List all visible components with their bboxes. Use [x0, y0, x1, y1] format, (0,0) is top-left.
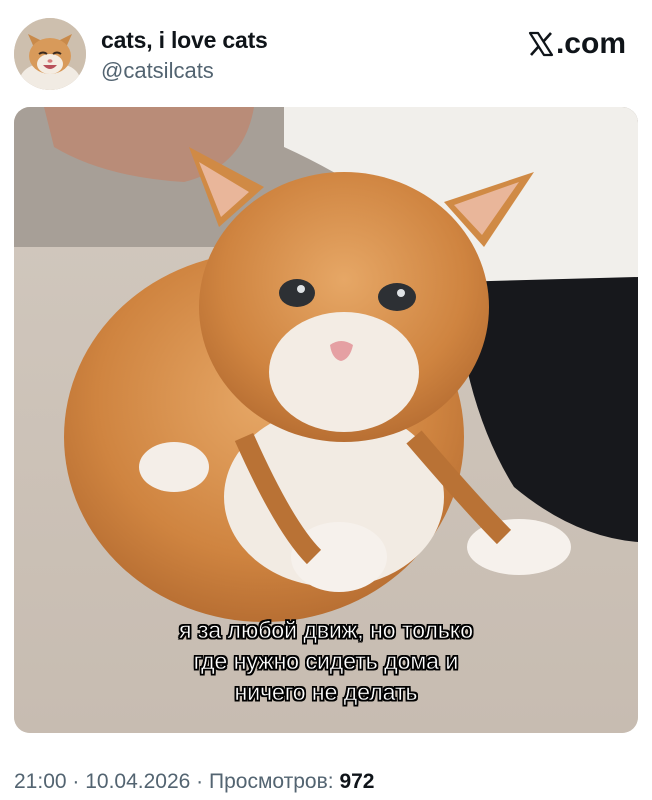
smiling-cat-avatar-icon [14, 18, 86, 90]
caption-line: я за любой движ, но только [178, 617, 474, 643]
x-logo-icon [528, 31, 554, 57]
brand-domain: .com [555, 27, 626, 60]
views-count: 972 [339, 770, 375, 793]
post-media[interactable]: я за любой движ, но только где нужно сид… [14, 107, 638, 733]
views-label: Просмотров: [209, 770, 340, 793]
post-date[interactable]: 10.04.2026 [85, 770, 190, 793]
post-header: cats, i love cats @catsilcats .com [0, 0, 652, 100]
avatar[interactable] [14, 18, 86, 90]
caption-line: где нужно сидеть дома и [193, 648, 459, 674]
author-display-name[interactable]: cats, i love cats [101, 27, 268, 54]
meta-separator: · [66, 770, 86, 793]
caption-line: ничего не делать [234, 679, 418, 705]
meta-separator: · [190, 770, 210, 793]
meme-caption: я за любой движ, но только где нужно сид… [14, 615, 638, 708]
post-time[interactable]: 21:00 [14, 770, 67, 793]
post-meta: 21:00 · 10.04.2026 · Просмотров: 972 [14, 770, 374, 794]
author-handle[interactable]: @catsilcats [101, 58, 214, 84]
brand-label: .com [527, 26, 626, 62]
